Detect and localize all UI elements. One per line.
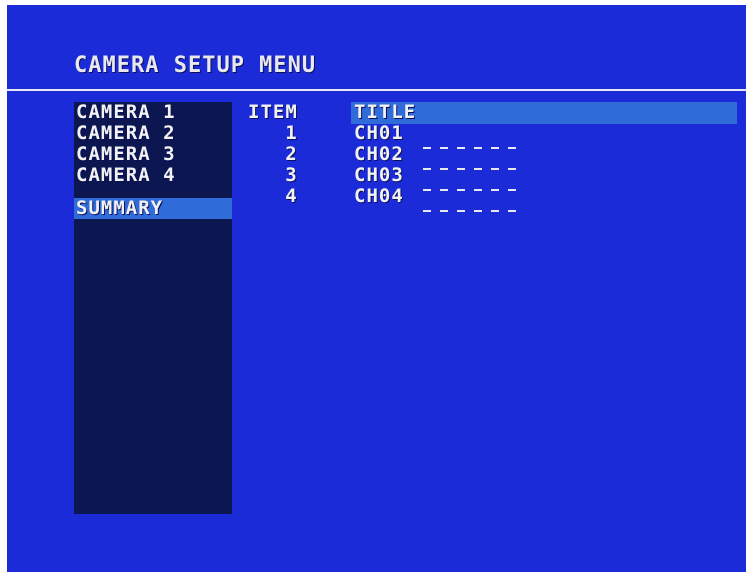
title-input-blanks-2[interactable] <box>423 151 525 172</box>
item-number-3: 3 <box>285 164 297 186</box>
channel-title-2[interactable]: CH02 <box>354 144 404 165</box>
channel-title-3[interactable]: CH03 <box>354 165 404 186</box>
title-input-blanks-1[interactable] <box>423 130 525 151</box>
menu-title: CAMERA SETUP MENU <box>74 53 317 78</box>
sidebar-item-camera-3[interactable]: CAMERA 3 <box>74 144 232 165</box>
item-column-header: ITEM <box>248 101 298 123</box>
title-column-header: TITLE <box>354 101 417 123</box>
title-input-blanks-4[interactable] <box>423 193 525 214</box>
channel-title-1[interactable]: CH01 <box>354 123 404 144</box>
sidebar-item-camera-4[interactable]: CAMERA 4 <box>74 165 232 186</box>
camera-sidebar: CAMERA 1 CAMERA 2 CAMERA 3 CAMERA 4 SUMM… <box>74 102 232 514</box>
sidebar-item-camera-2[interactable]: CAMERA 2 <box>74 123 232 144</box>
item-number-1: 1 <box>285 122 297 144</box>
osd-screen: CAMERA SETUP MENU CAMERA 1 CAMERA 2 CAME… <box>7 5 746 572</box>
title-input-blanks-3[interactable] <box>423 172 525 193</box>
sidebar-item-camera-1[interactable]: CAMERA 1 <box>74 102 232 123</box>
sidebar-item-summary[interactable]: SUMMARY <box>74 198 232 219</box>
item-number-4: 4 <box>285 185 297 207</box>
channel-title-4[interactable]: CH04 <box>354 186 404 207</box>
item-number-2: 2 <box>285 143 297 165</box>
title-divider <box>7 89 746 91</box>
